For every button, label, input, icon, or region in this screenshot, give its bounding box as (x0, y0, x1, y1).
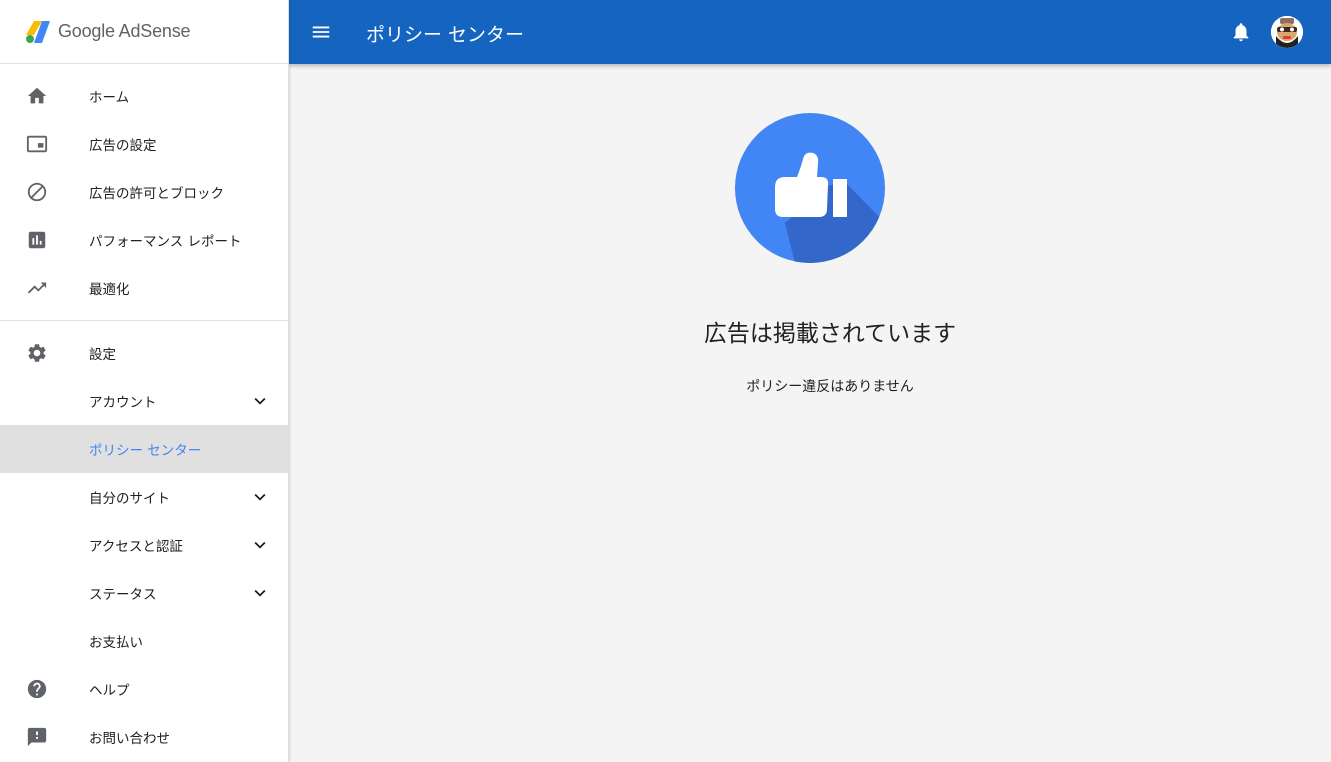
sidebar-item-settings[interactable]: 設定 (0, 329, 288, 377)
chevron-down-icon[interactable] (248, 389, 272, 413)
sidebar-item-label: アカウント (89, 395, 157, 411)
sidebar-item-label: 広告の設定 (89, 138, 157, 154)
sidebar-item-status[interactable]: ステータス (0, 569, 288, 617)
top-app-bar: ポリシー センター (289, 0, 1331, 64)
main-content: 広告は掲載されています ポリシー違反はありません (289, 64, 1331, 762)
sidebar-item-home[interactable]: ホーム (0, 72, 288, 120)
sidebar-item-account[interactable]: アカウント (0, 377, 288, 425)
bar-chart-icon (25, 228, 49, 252)
sidebar-item-label: ステータス (89, 587, 157, 603)
sidebar-item-label: ホーム (89, 90, 130, 106)
sidebar-item-policy-center[interactable]: ポリシー センター (0, 425, 288, 473)
sidebar-item-label: 自分のサイト (89, 491, 170, 507)
avatar-image (1271, 16, 1303, 48)
sidebar-item-my-sites[interactable]: 自分のサイト (0, 473, 288, 521)
chevron-down-icon[interactable] (248, 485, 272, 509)
sidebar-item-label: アクセスと認証 (89, 539, 183, 555)
block-icon (25, 180, 49, 204)
gear-icon (25, 341, 49, 365)
sidebar-item-ad-settings[interactable]: 広告の設定 (0, 120, 288, 168)
sidebar-item-label: パフォーマンス レポート (89, 234, 242, 250)
adsense-logo[interactable]: Google AdSense (0, 0, 288, 64)
feedback-icon (25, 725, 49, 749)
ad-settings-icon (25, 132, 49, 156)
sidebar-item-label: ポリシー センター (89, 443, 202, 459)
sidebar-item-label: ヘルプ (89, 683, 130, 699)
sidebar-item-optimization[interactable]: 最適化 (0, 264, 288, 312)
sidebar-item-performance[interactable]: パフォーマンス レポート (0, 216, 288, 264)
page-title: ポリシー センター (366, 24, 525, 46)
avatar[interactable] (1271, 16, 1303, 48)
sidebar-item-label: 広告の許可とブロック (89, 186, 224, 202)
chevron-down-icon[interactable] (248, 533, 272, 557)
status-title: 広告は掲載されています (703, 321, 957, 347)
thumbs-up-icon (735, 113, 885, 263)
trending-up-icon (25, 276, 49, 300)
chevron-down-icon[interactable] (248, 581, 272, 605)
nav-group-main: ホーム 広告の設定 広告の許可とブロック パフォーマンス レポート 最適化 (0, 64, 288, 321)
help-icon (25, 677, 49, 701)
status-subtitle: ポリシー違反はありません (746, 379, 914, 395)
sidebar-item-contact[interactable]: お問い合わせ (0, 713, 288, 761)
home-icon (25, 84, 49, 108)
logo-text: Google AdSense (58, 21, 191, 41)
bell-icon[interactable] (1229, 20, 1253, 44)
menu-icon[interactable] (309, 20, 333, 44)
sidebar-item-label: お問い合わせ (89, 731, 170, 747)
adsense-logo-icon (26, 20, 50, 43)
nav-group-settings: 設定 アカウント ポリシー センター 自分のサイト アクセスと認証 ステータス (0, 321, 288, 762)
sidebar: Google AdSense ホーム 広告の設定 広告の許可とブロック パフォー… (0, 0, 289, 762)
sidebar-item-help[interactable]: ヘルプ (0, 665, 288, 713)
sidebar-item-label: お支払い (89, 635, 143, 651)
sidebar-item-allow-block[interactable]: 広告の許可とブロック (0, 168, 288, 216)
sidebar-item-label: 最適化 (89, 282, 130, 298)
sidebar-item-label: 設定 (89, 347, 116, 363)
sidebar-item-access-auth[interactable]: アクセスと認証 (0, 521, 288, 569)
sidebar-item-payments[interactable]: お支払い (0, 617, 288, 665)
